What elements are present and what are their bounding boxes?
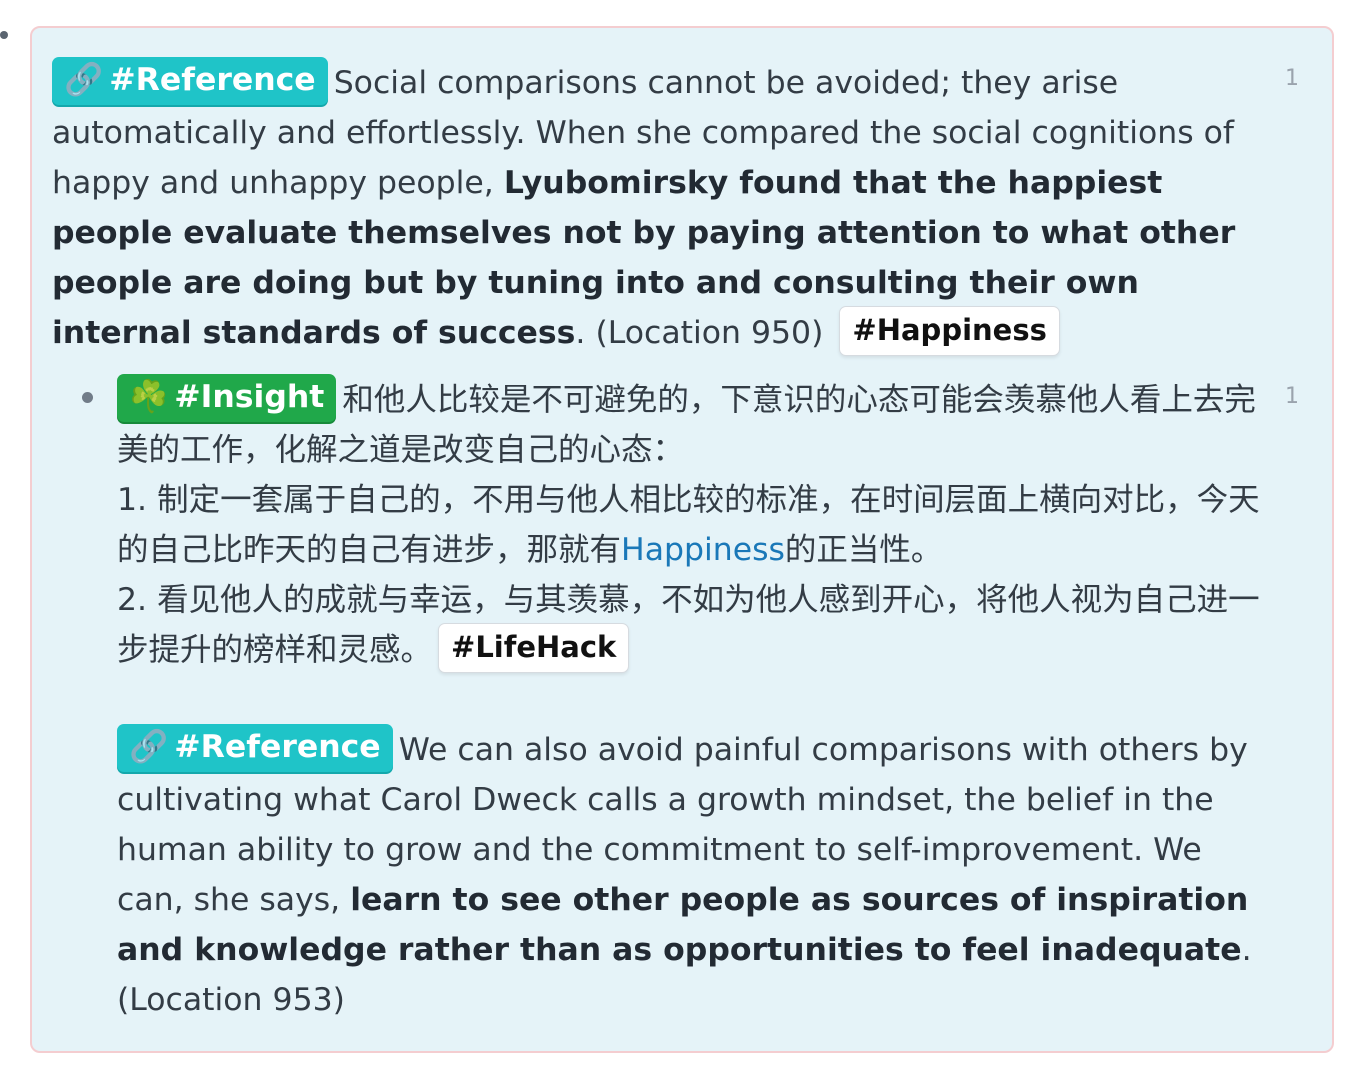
reference-count[interactable]: 1 (1285, 66, 1299, 91)
reference-tag[interactable]: 🔗 #Reference (117, 724, 393, 772)
link-icon: 🔗 (64, 62, 104, 98)
outer-bullet[interactable] (0, 31, 8, 39)
link-icon: 🔗 (129, 729, 169, 765)
reference-block-2[interactable]: 🔗 #Reference We can also avoid painful com… (117, 724, 1277, 1025)
insight-block[interactable]: ☘️ #Insight 和他人比较是不可避免的，下意识的心态可能会羡慕他人看上去完美… (117, 374, 1277, 676)
happiness-tag[interactable]: #Happiness (839, 306, 1060, 356)
highlight-block: 🔗 #Reference Social comparisons cannot be … (30, 26, 1334, 1053)
child-bullet[interactable] (82, 392, 93, 403)
location-text: (Location 953) (117, 982, 345, 1018)
insight-item-2: 2. 看见他人的成就与幸运，与其羡慕，不如为他人感到开心，将他人视为自己进一步提… (117, 582, 1260, 668)
reference-block-1[interactable]: 🔗 #Reference Social comparisons cannot be … (52, 57, 1272, 359)
lifehack-tag[interactable]: #LifeHack (438, 623, 630, 673)
reference-count[interactable]: 1 (1285, 384, 1299, 409)
happiness-link[interactable]: Happiness (621, 532, 785, 568)
clover-icon: ☘️ (129, 379, 169, 415)
reference-tag[interactable]: 🔗 #Reference (52, 57, 328, 105)
location-text: . (Location 950) (575, 315, 824, 351)
insight-tag[interactable]: ☘️ #Insight (117, 374, 337, 422)
